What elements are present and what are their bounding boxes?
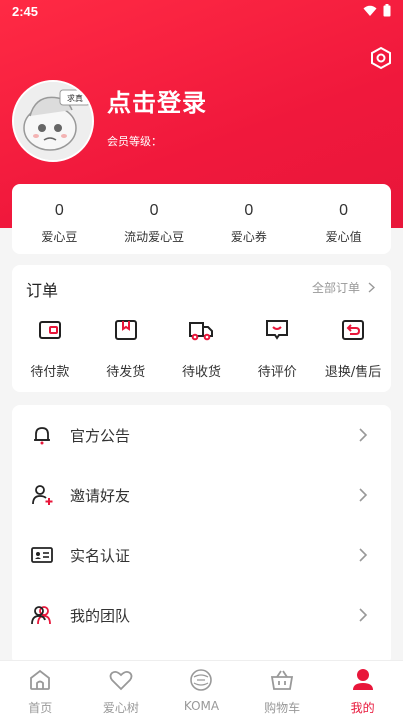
menu-item-label: 官方公告 [70,426,131,445]
stat-value: 0 [149,202,159,219]
order-pending-shipment[interactable]: 待发货 [88,317,164,380]
wifi-icon [363,5,377,16]
heart-icon [109,670,133,691]
stat-label: 爱心豆 [41,230,78,244]
stat-label: 爱心券 [230,230,267,244]
order-item-label: 待付款 [30,365,70,380]
tab-label: 购物车 [264,701,301,715]
team-icon [31,606,51,625]
tab-label: 首页 [28,701,53,715]
settings-hexagon-icon[interactable] [369,46,393,70]
comment-icon [266,320,289,340]
koma-logo-icon [190,669,213,691]
chevron-right-icon [359,548,368,562]
bottom-tab-bar: 首页 爱心树 KOMA 购物车 我的 [0,660,403,718]
menu-item-announcements[interactable]: 官方公告 [12,405,391,465]
order-card: 订单 全部订单 待付款 待发货 待收货 待评价 退换/售后 [12,265,391,392]
id-card-icon [31,547,53,563]
menu-item-label: 实名认证 [70,546,131,565]
menu-item-real-name-verification[interactable]: 实名认证 [12,525,391,585]
order-item-label: 退换/售后 [324,365,382,380]
all-orders-label: 全部订单 [311,281,360,295]
order-returns[interactable]: 退换/售后 [315,317,391,380]
avatar-badge-text: 求真 [67,93,83,103]
wallet-icon [38,321,61,339]
order-pending-review[interactable]: 待评价 [239,317,315,380]
return-icon [342,320,365,340]
tab-mine[interactable]: 我的 [322,661,403,718]
stat-label: 爱心值 [325,230,362,244]
tab-love-tree[interactable]: 爱心树 [81,661,162,718]
chevron-right-icon [359,428,368,442]
menu-item-label: 邀请好友 [70,486,131,505]
order-section-title: 订单 [26,281,59,300]
battery-icon [383,4,391,17]
stat-label: 流动爱心豆 [124,230,185,244]
tab-cart[interactable]: 购物车 [242,661,323,718]
order-item-label: 待收货 [181,365,221,380]
box-icon [114,320,137,340]
order-item-label: 待发货 [106,365,146,380]
menu-card: 官方公告 邀请好友 实名认证 我的团队 [12,405,391,665]
tab-label: 我的 [350,701,375,715]
avatar[interactable]: 求真 [12,80,94,162]
stat-value: 0 [339,202,349,219]
profile-icon [352,669,373,690]
truck-icon [189,322,214,341]
order-pending-receipt[interactable]: 待收货 [164,317,240,380]
tab-home[interactable]: 首页 [0,661,81,718]
status-icons [363,4,391,17]
home-icon [30,669,51,690]
menu-item-invite-friends[interactable]: 邀请好友 [12,465,391,525]
stat-love-beans[interactable]: 0 爱心豆 [12,184,107,254]
tab-label: KOMA [183,699,220,713]
status-bar: 2:45 [0,0,403,24]
tab-koma[interactable]: KOMA [161,661,242,718]
tab-label: 爱心树 [102,701,139,715]
chevron-right-icon [368,282,375,293]
stat-flowing-love-beans[interactable]: 0 流动爱心豆 [107,184,202,254]
all-orders-link[interactable]: 全部订单 [312,279,375,296]
stat-value: 0 [244,202,254,219]
add-user-icon [32,485,53,505]
menu-item-my-team[interactable]: 我的团队 [12,585,391,645]
status-time: 2:45 [12,4,39,19]
stat-value: 0 [54,202,64,219]
bell-icon [34,427,50,445]
order-pending-payment[interactable]: 待付款 [12,317,88,380]
cart-icon [271,670,294,690]
member-level-label: 会员等级： [107,135,162,148]
order-item-label: 待评价 [257,365,297,380]
avatar-cartoon-icon: 求真 [14,82,92,160]
stat-love-value[interactable]: 0 爱心值 [296,184,391,254]
login-title[interactable]: 点击登录 [107,83,207,118]
stat-love-coupons[interactable]: 0 爱心券 [202,184,297,254]
chevron-right-icon [359,488,368,502]
stats-card: 0 爱心豆 0 流动爱心豆 0 爱心券 0 爱心值 [12,184,391,254]
chevron-right-icon [359,608,368,622]
menu-item-label: 我的团队 [70,606,131,625]
